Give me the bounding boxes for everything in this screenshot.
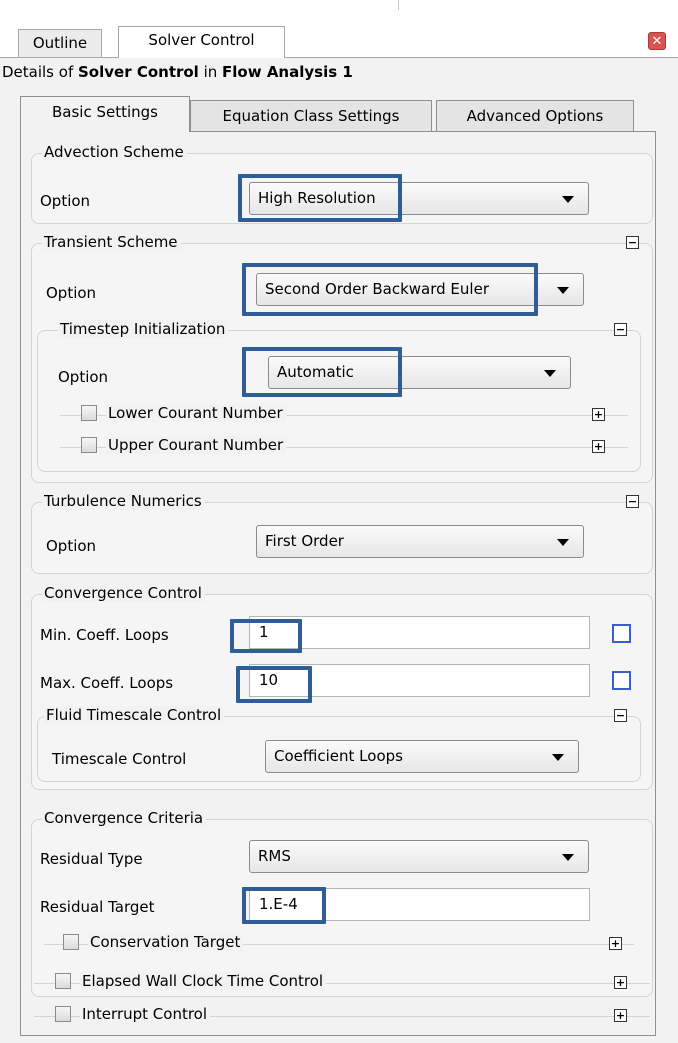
interrupt-control-label: Interrupt Control (80, 1005, 211, 1023)
lower-courant-label: Lower Courant Number (106, 404, 286, 422)
tab-outline[interactable]: Outline (18, 29, 102, 57)
elapsed-wall-clock-label: Elapsed Wall Clock Time Control (80, 972, 327, 990)
tab-basic-settings[interactable]: Basic Settings (20, 96, 190, 132)
conservation-target-checkbox[interactable] (63, 934, 79, 950)
chevron-down-icon (557, 539, 569, 546)
chevron-down-icon (557, 287, 569, 294)
plus-box-icon[interactable]: + (592, 440, 605, 453)
residual-type-select[interactable]: RMS (249, 840, 589, 873)
minus-box-icon[interactable]: − (614, 323, 627, 336)
divider (398, 0, 399, 10)
tab-solver-control[interactable]: Solver Control (118, 26, 285, 57)
plus-box-icon[interactable]: + (592, 408, 605, 421)
tab-outline-label: Outline (32, 34, 88, 52)
interrupt-control-checkbox[interactable] (55, 1006, 71, 1022)
tab-baseline (0, 57, 678, 58)
highlight-box (242, 263, 538, 316)
minus-box-icon[interactable]: − (626, 236, 639, 249)
highlight-box (238, 174, 402, 222)
residual-target-label: Residual Target (40, 898, 155, 916)
turbulence-option-select[interactable]: First Order (256, 525, 584, 558)
residual-type-value: RMS (258, 847, 291, 865)
conservation-target-label: Conservation Target (88, 933, 244, 951)
transient-scheme-title: Transient Scheme (42, 233, 181, 251)
turbulence-option-value: First Order (265, 532, 344, 550)
advection-scheme-title: Advection Scheme (42, 143, 187, 161)
turbulence-numerics-title: Turbulence Numerics (42, 492, 205, 510)
chevron-down-icon (562, 196, 574, 203)
chevron-down-icon (562, 854, 574, 861)
min-coeff-loops-toggle[interactable] (612, 624, 631, 643)
elapsed-wall-clock-checkbox[interactable] (55, 973, 71, 989)
max-coeff-loops-label: Max. Coeff. Loops (40, 674, 174, 692)
residual-type-label: Residual Type (40, 850, 143, 868)
details-analysis: Flow Analysis 1 (222, 63, 353, 81)
convergence-criteria-title: Convergence Criteria (42, 809, 207, 827)
lower-courant-checkbox[interactable] (81, 405, 97, 421)
upper-courant-checkbox[interactable] (81, 437, 97, 453)
plus-box-icon[interactable]: + (614, 976, 627, 989)
tab-equation-class-settings-label: Equation Class Settings (222, 107, 400, 125)
chevron-down-icon (544, 370, 556, 377)
tab-advanced-options-label: Advanced Options (466, 107, 604, 125)
transient-option-label: Option (46, 284, 97, 302)
plus-box-icon[interactable]: + (609, 937, 622, 950)
details-header: Details of Solver Control in Flow Analys… (2, 63, 353, 81)
turbulence-option-label: Option (46, 537, 97, 555)
tab-equation-class-settings[interactable]: Equation Class Settings (190, 100, 432, 132)
convergence-control-title: Convergence Control (42, 584, 205, 602)
timestep-initialization-title: Timestep Initialization (58, 320, 229, 338)
upper-courant-label: Upper Courant Number (106, 436, 287, 454)
tab-solver-control-label: Solver Control (148, 31, 255, 49)
timescale-control-value: Coefficient Loops (274, 747, 403, 765)
active-tab-gap (119, 57, 284, 58)
fluid-timescale-control-title: Fluid Timescale Control (44, 706, 225, 724)
max-coeff-loops-toggle[interactable] (612, 671, 631, 690)
highlight-box (230, 619, 302, 653)
timescale-control-label: Timescale Control (52, 750, 187, 768)
advection-option-label: Option (40, 192, 91, 210)
timescale-control-select[interactable]: Coefficient Loops (265, 740, 579, 773)
highlight-box (242, 347, 402, 397)
minus-box-icon[interactable]: − (626, 495, 639, 508)
timestep-option-label: Option (58, 368, 109, 386)
tab-basic-settings-label: Basic Settings (51, 103, 158, 121)
tab-advanced-options[interactable]: Advanced Options (436, 100, 634, 132)
details-middle: in (198, 63, 223, 81)
plus-box-icon[interactable]: + (614, 1009, 627, 1022)
chevron-down-icon (552, 754, 564, 761)
details-prefix: Details of (2, 63, 78, 81)
minus-box-icon[interactable]: − (614, 709, 627, 722)
close-icon[interactable]: ✕ (648, 32, 666, 50)
highlight-box (236, 666, 312, 703)
min-coeff-loops-label: Min. Coeff. Loops (40, 626, 169, 644)
highlight-box (242, 887, 326, 924)
details-object: Solver Control (78, 63, 199, 81)
